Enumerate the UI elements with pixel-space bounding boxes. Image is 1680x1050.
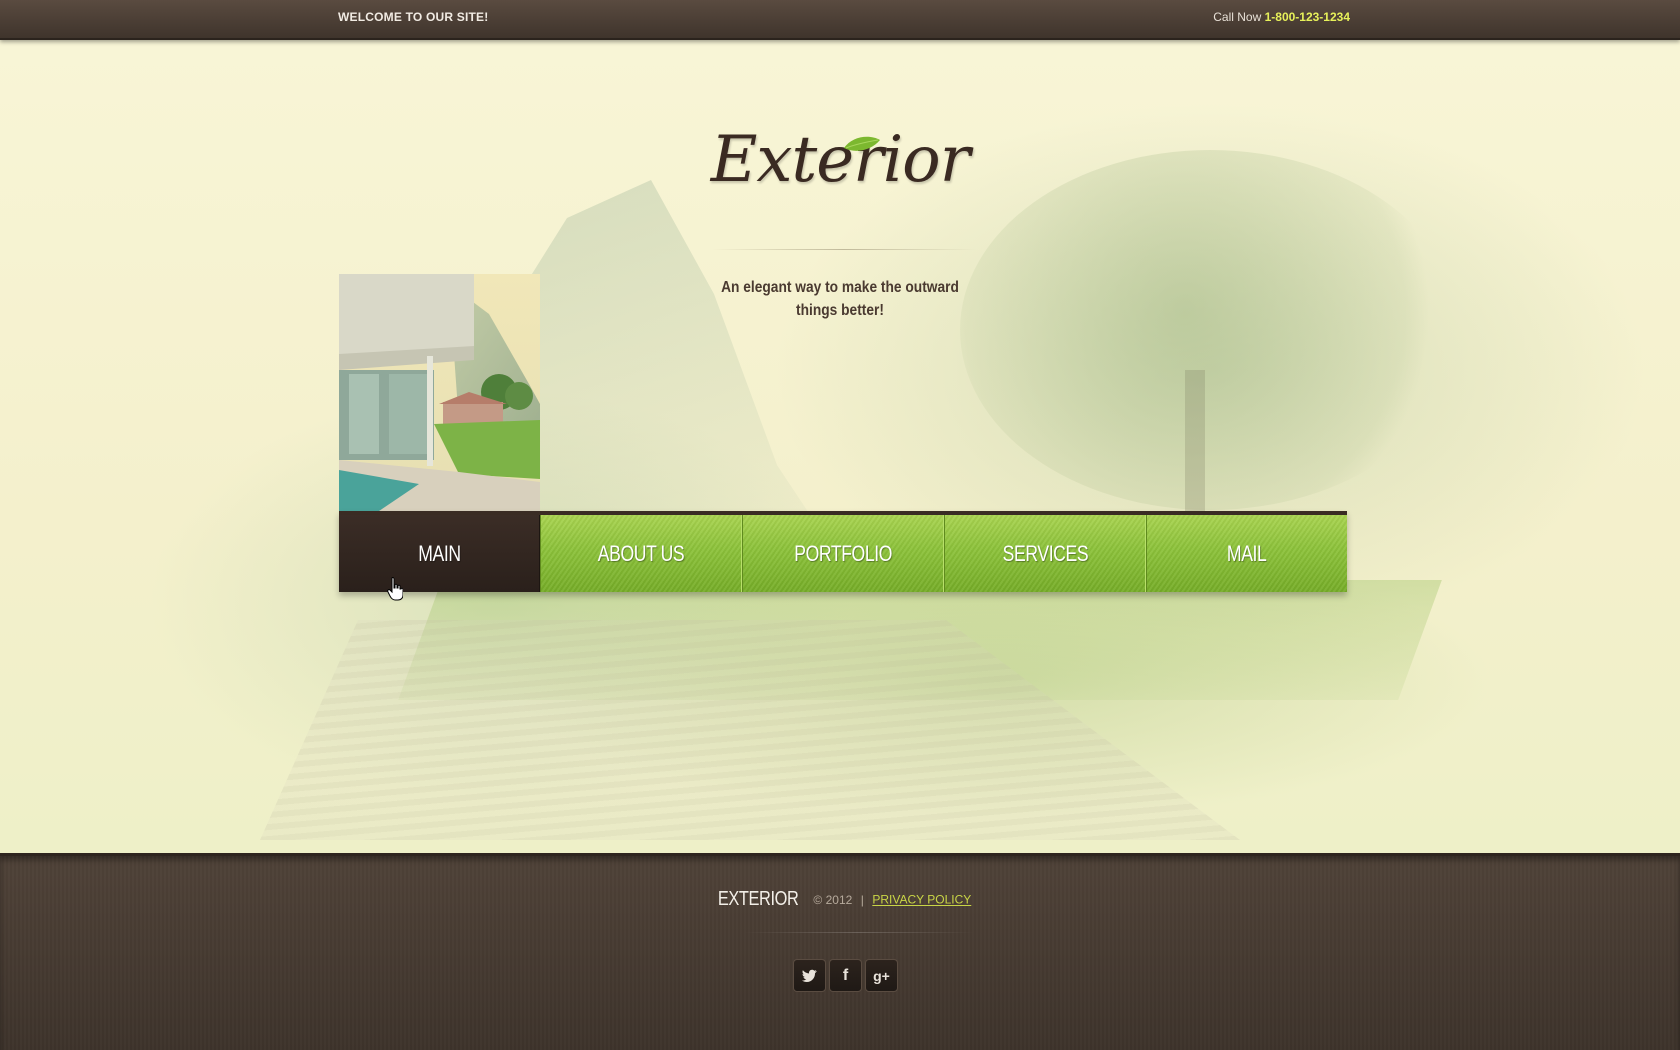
nav-item-mail[interactable]: MAIL <box>1146 515 1347 592</box>
logo-text: Exterior <box>710 123 971 197</box>
twitter-button[interactable] <box>793 959 826 992</box>
nav-item-services[interactable]: SERVICES <box>944 515 1146 592</box>
nav-label: MAIN <box>417 540 461 566</box>
facebook-icon: f <box>842 966 849 984</box>
footer: EXTERIOR © 2012 | PRIVACY POLICY f g+ <box>0 853 1680 1050</box>
top-bar: WELCOME TO OUR SITE! Call Now 1-800-123-… <box>0 0 1680 40</box>
tagline-line-1: An elegant way to make the outward <box>721 279 959 296</box>
feature-house-image <box>339 274 540 511</box>
nav-item-about-us[interactable]: ABOUT US <box>540 515 742 592</box>
nav-item-main[interactable]: MAIN <box>339 515 540 592</box>
tagline: An elegant way to make the outward thing… <box>720 276 961 322</box>
call-now: Call Now 1-800-123-1234 <box>1213 10 1350 24</box>
logo-divider <box>712 249 976 250</box>
nav-label: PORTFOLIO <box>794 540 892 566</box>
tree-trunk <box>1185 370 1205 520</box>
main-navigation: MAIN ABOUT US PORTFOLIO SERVICES MAIL <box>339 511 1347 592</box>
nav-item-portfolio[interactable]: PORTFOLIO <box>742 515 944 592</box>
phone-number[interactable]: 1-800-123-1234 <box>1265 10 1350 24</box>
footer-info: EXTERIOR © 2012 | PRIVACY POLICY <box>0 888 1680 911</box>
google-plus-button[interactable]: g+ <box>865 959 898 992</box>
hand-cursor-icon <box>387 577 403 601</box>
social-links: f g+ <box>793 959 898 992</box>
google-plus-icon: g+ <box>873 967 890 984</box>
separator: | <box>860 892 864 907</box>
site-logo[interactable]: Exterior <box>680 110 1000 210</box>
copyright: © 2012 <box>813 892 853 907</box>
footer-divider <box>744 932 974 933</box>
privacy-policy-link[interactable]: PRIVACY POLICY <box>872 893 971 907</box>
call-label: Call Now <box>1213 10 1265 24</box>
nav-label: ABOUT US <box>597 540 685 566</box>
leaf-icon <box>844 136 880 151</box>
nav-label: MAIL <box>1227 540 1267 566</box>
tree-illustration <box>960 150 1460 510</box>
twitter-icon <box>801 969 817 982</box>
welcome-text: WELCOME TO OUR SITE! <box>338 10 489 24</box>
house-photo-illustration <box>339 274 540 511</box>
facebook-button[interactable]: f <box>829 959 862 992</box>
nav-label: SERVICES <box>1002 540 1088 566</box>
footer-brand: EXTERIOR <box>717 888 799 910</box>
tagline-line-2: things better! <box>796 302 884 319</box>
